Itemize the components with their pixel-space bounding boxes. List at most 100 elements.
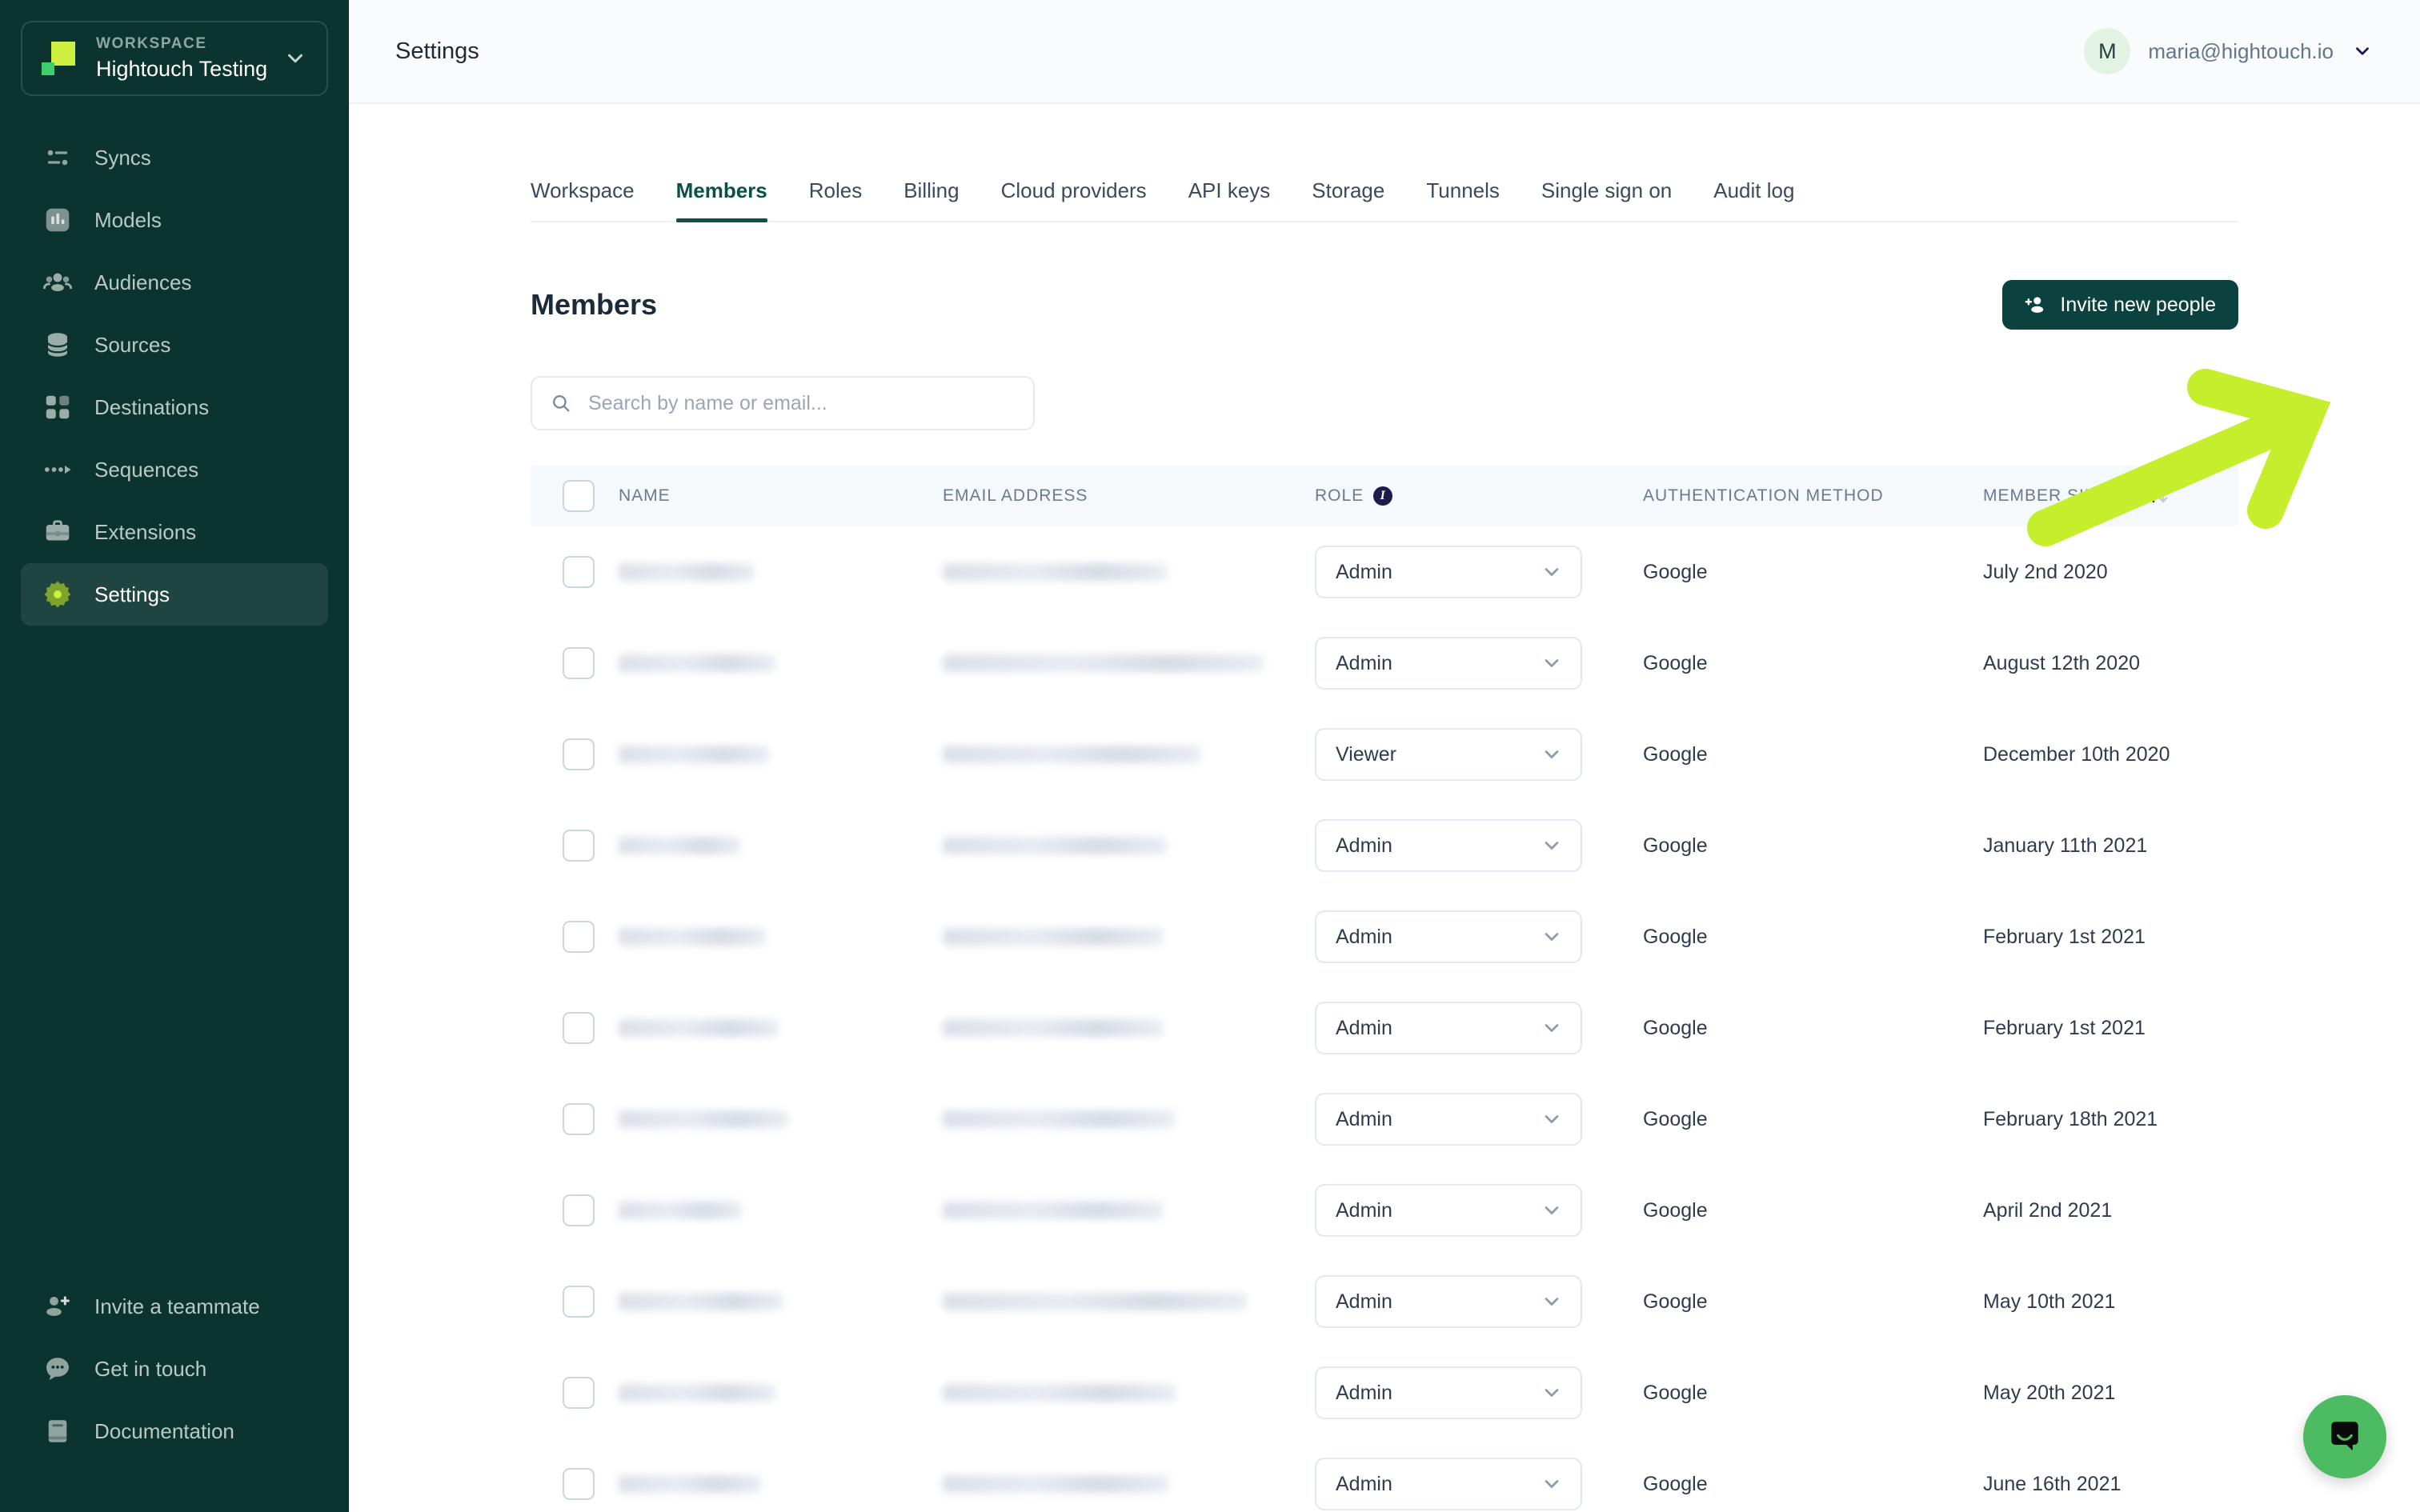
sidebar-item-label: Sources xyxy=(94,333,171,357)
role-select[interactable]: Admin xyxy=(1315,910,1582,964)
role-select[interactable]: Admin xyxy=(1315,1458,1582,1511)
table-row[interactable]: Viewer Google December 10th 2020 xyxy=(531,709,2238,800)
models-icon xyxy=(42,204,74,236)
cell-member-since: January 11th 2021 xyxy=(1983,834,2148,857)
sidebar-item-audiences[interactable]: Audiences xyxy=(21,251,328,314)
row-select-checkbox[interactable] xyxy=(563,830,595,862)
cell-member-since: June 16th 2021 xyxy=(1983,1472,2122,1495)
tab-members[interactable]: Members xyxy=(675,178,767,222)
cell-role: Admin xyxy=(1315,637,1643,690)
table-row[interactable]: Admin Google January 11th 2021 xyxy=(531,800,2238,891)
chevron-down-icon[interactable] xyxy=(282,45,309,72)
row-select-checkbox[interactable] xyxy=(563,647,595,680)
table-row[interactable]: Admin Google May 20th 2021 xyxy=(531,1347,2238,1438)
row-select-checkbox[interactable] xyxy=(563,1468,595,1501)
role-select-value: Admin xyxy=(1336,560,1392,583)
sidebar-item-documentation[interactable]: Documentation xyxy=(21,1400,328,1462)
intercom-chat-launcher[interactable] xyxy=(2303,1395,2386,1478)
tab-api-keys[interactable]: API keys xyxy=(1188,178,1271,221)
sidebar-item-label: Settings xyxy=(94,582,170,606)
row-select-checkbox[interactable] xyxy=(563,1103,595,1136)
row-select-checkbox[interactable] xyxy=(563,1286,595,1318)
tab-storage[interactable]: Storage xyxy=(1312,178,1384,221)
tab-billing[interactable]: Billing xyxy=(903,178,959,221)
cell-name xyxy=(619,746,943,764)
row-select-checkbox[interactable] xyxy=(563,738,595,771)
row-select-checkbox[interactable] xyxy=(563,1194,595,1227)
redacted-name xyxy=(619,1019,779,1038)
tab-workspace[interactable]: Workspace xyxy=(531,178,635,221)
role-select[interactable]: Admin xyxy=(1315,1275,1582,1329)
tab-cloud-providers[interactable]: Cloud providers xyxy=(1001,178,1147,221)
chevron-down-icon[interactable] xyxy=(2351,40,2374,62)
table-row[interactable]: Admin Google June 16th 2021 xyxy=(531,1438,2238,1512)
account-menu[interactable]: M maria@hightouch.io xyxy=(2084,28,2374,74)
table-row[interactable]: Admin Google April 2nd 2021 xyxy=(531,1165,2238,1256)
person-add-icon xyxy=(2025,294,2047,316)
role-select[interactable]: Admin xyxy=(1315,637,1582,690)
cell-name xyxy=(619,563,943,582)
invite-button-label: Invite new people xyxy=(2060,293,2216,316)
redacted-email xyxy=(943,928,1164,946)
chevron-down-icon xyxy=(1541,561,1563,583)
cell-email xyxy=(943,1202,1315,1220)
role-select[interactable]: Viewer xyxy=(1315,728,1582,782)
row-select-checkbox[interactable] xyxy=(563,556,595,589)
role-select[interactable]: Admin xyxy=(1315,1184,1582,1238)
cell-email xyxy=(943,1293,1315,1311)
sidebar-item-settings[interactable]: Settings xyxy=(21,563,328,626)
members-table: NAME EMAIL ADDRESS ROLE i AUTHENTICATION… xyxy=(531,466,2238,1512)
audiences-icon xyxy=(42,266,74,298)
workspace-switcher[interactable]: WORKSPACE Hightouch Testing xyxy=(21,21,328,96)
tab-audit-log[interactable]: Audit log xyxy=(1713,178,1794,221)
column-header-email[interactable]: EMAIL ADDRESS xyxy=(943,486,1315,506)
search-bar[interactable] xyxy=(531,376,1035,431)
column-header-name[interactable]: NAME xyxy=(619,486,943,506)
sidebar-item-sequences[interactable]: Sequences xyxy=(21,438,328,501)
sidebar-item-sources[interactable]: Sources xyxy=(21,314,328,376)
sidebar-item-label: Sequences xyxy=(94,458,199,482)
sidebar-item-invite-a-teammate[interactable]: Invite a teammate xyxy=(21,1275,328,1338)
info-icon[interactable]: i xyxy=(1373,486,1393,506)
cell-role: Admin xyxy=(1315,546,1643,599)
role-select[interactable]: Admin xyxy=(1315,1093,1582,1146)
sidebar-item-syncs[interactable]: Syncs xyxy=(21,126,328,189)
role-select[interactable]: Admin xyxy=(1315,1002,1582,1055)
tab-tunnels[interactable]: Tunnels xyxy=(1426,178,1500,221)
cell-email xyxy=(943,563,1315,582)
role-select-value: Admin xyxy=(1336,1198,1392,1222)
table-row[interactable]: Admin Google February 18th 2021 xyxy=(531,1074,2238,1165)
row-select-checkbox[interactable] xyxy=(563,1012,595,1045)
row-select-checkbox[interactable] xyxy=(563,921,595,954)
table-row[interactable]: Admin Google February 1st 2021 xyxy=(531,891,2238,982)
row-select-checkbox[interactable] xyxy=(563,1377,595,1410)
sidebar-item-extensions[interactable]: Extensions xyxy=(21,501,328,563)
role-select[interactable]: Admin xyxy=(1315,546,1582,599)
role-select[interactable]: Admin xyxy=(1315,1366,1582,1420)
role-select[interactable]: Admin xyxy=(1315,819,1582,873)
sidebar-item-get-in-touch[interactable]: Get in touch xyxy=(21,1338,328,1400)
cell-member-since: April 2nd 2021 xyxy=(1983,1198,2113,1222)
row-select-cell xyxy=(531,921,619,954)
search-input[interactable] xyxy=(587,390,1016,416)
tab-roles[interactable]: Roles xyxy=(809,178,862,221)
column-header-authentication-method[interactable]: AUTHENTICATION METHOD xyxy=(1643,486,1983,506)
tab-single-sign-on[interactable]: Single sign on xyxy=(1541,178,1672,221)
invite-new-people-button[interactable]: Invite new people xyxy=(2002,280,2238,330)
redacted-email xyxy=(943,1202,1164,1220)
column-header-member-since[interactable]: MEMBER SINCE xyxy=(1983,484,2238,508)
sidebar-item-destinations[interactable]: Destinations xyxy=(21,376,328,438)
cell-email xyxy=(943,1384,1315,1402)
table-row[interactable]: Admin Google August 12th 2020 xyxy=(531,618,2238,709)
column-header-role-label: ROLE xyxy=(1315,486,1364,506)
sort-asc-desc-icon[interactable] xyxy=(2146,484,2174,508)
column-header-role[interactable]: ROLE i xyxy=(1315,486,1643,506)
page-breadcrumb-title: Settings xyxy=(395,38,479,64)
select-all-checkbox[interactable] xyxy=(563,480,595,513)
table-row[interactable]: Admin Google February 1st 2021 xyxy=(531,982,2238,1074)
table-row[interactable]: Admin Google July 2nd 2020 xyxy=(531,526,2238,618)
table-row[interactable]: Admin Google May 10th 2021 xyxy=(531,1256,2238,1347)
sidebar-item-models[interactable]: Models xyxy=(21,189,328,251)
cell-name xyxy=(619,654,943,673)
role-select-value: Admin xyxy=(1336,1290,1392,1313)
